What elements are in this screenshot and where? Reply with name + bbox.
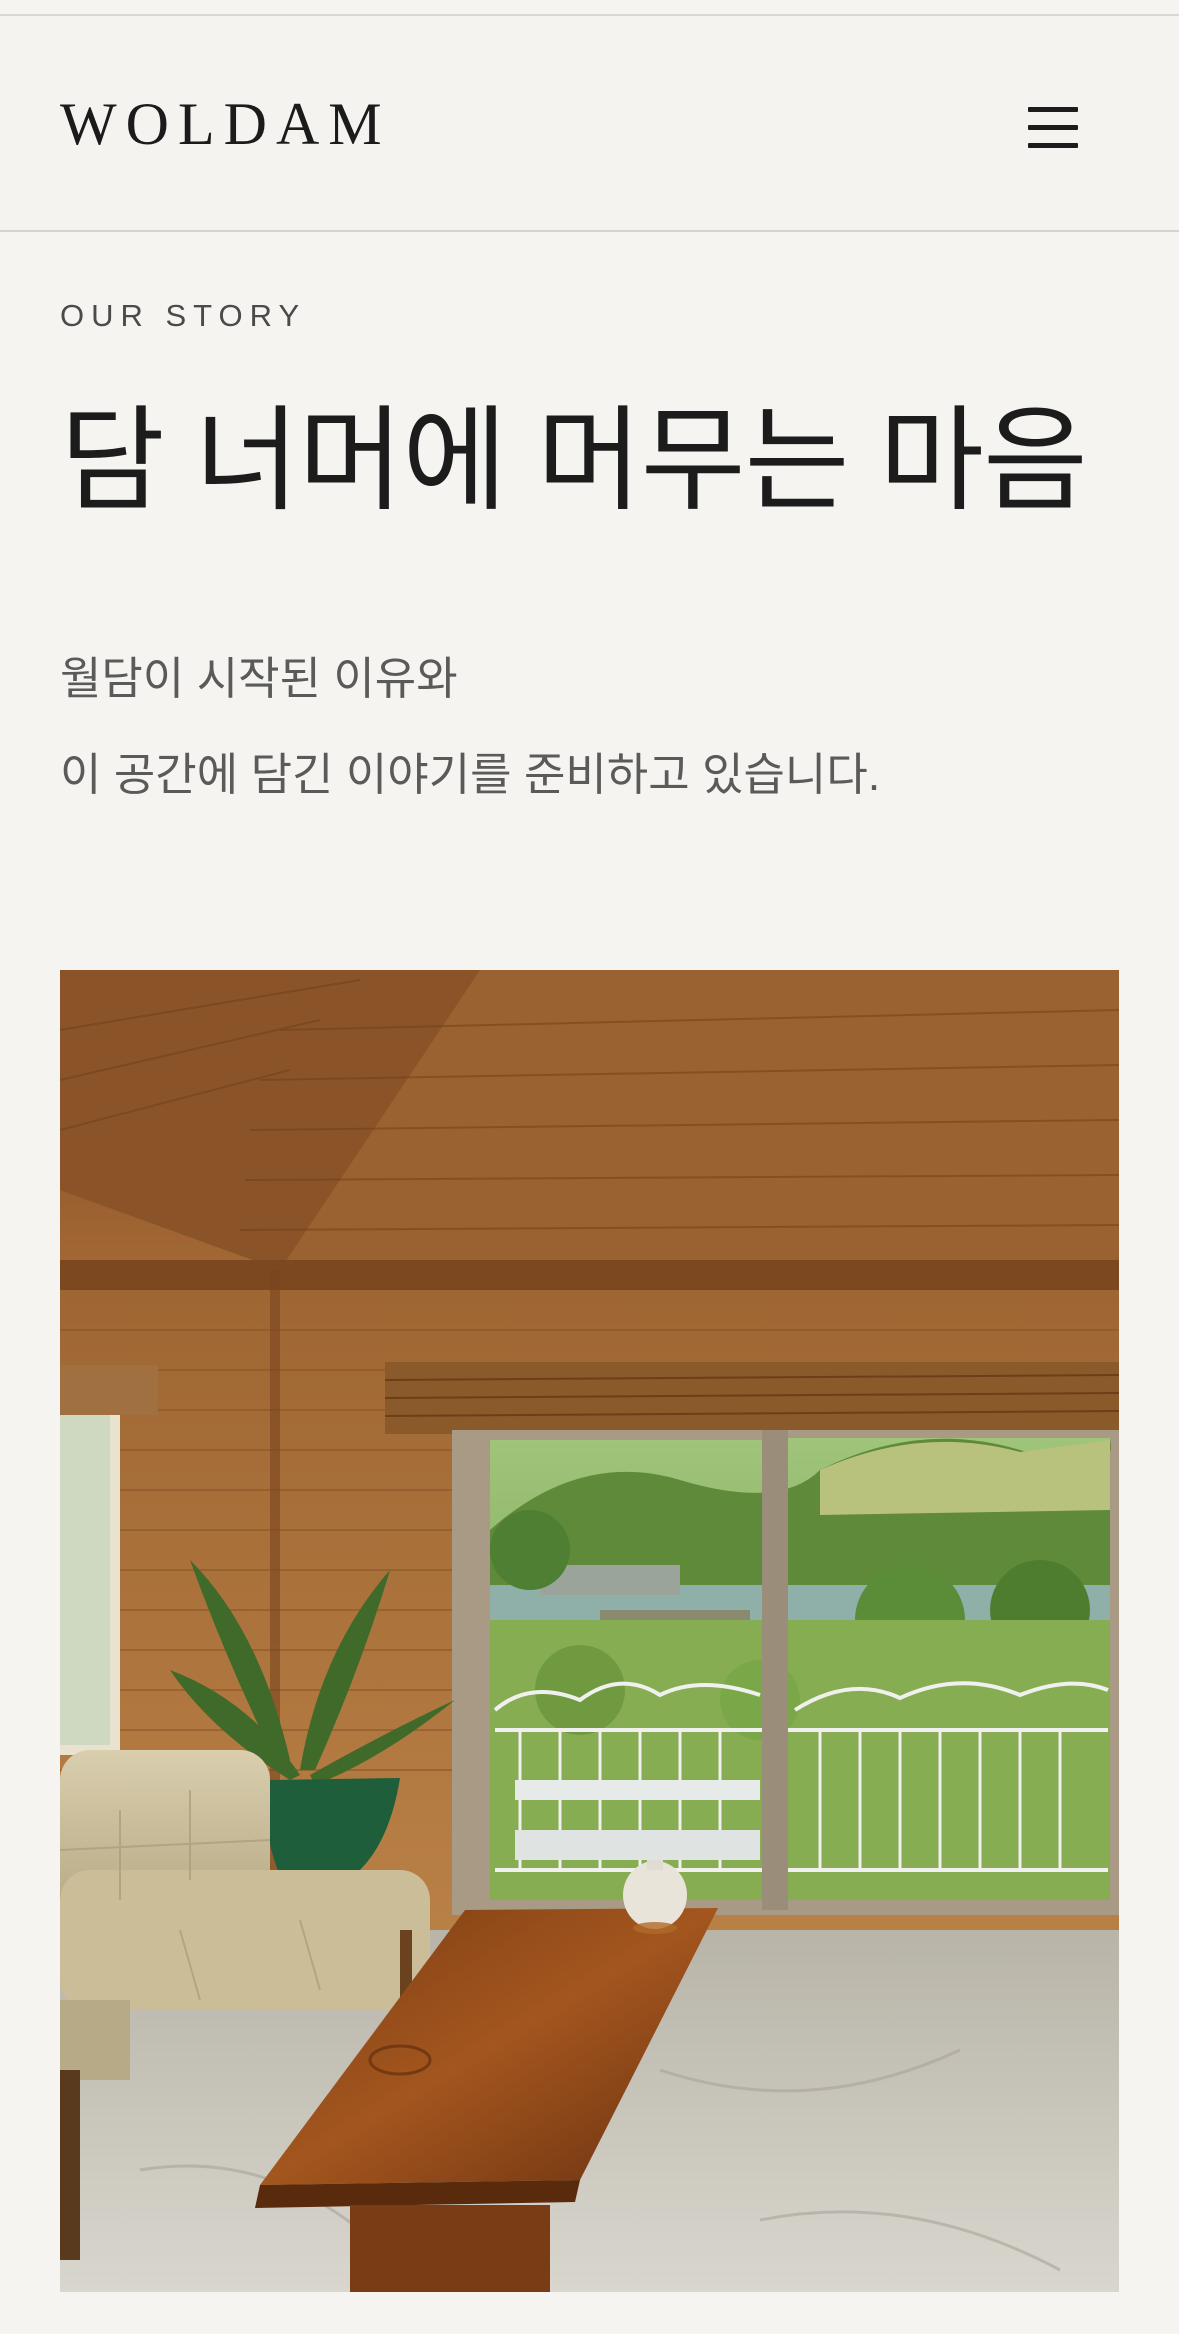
living-room-illustration: [60, 970, 1119, 2292]
top-edge-divider: [0, 0, 1179, 16]
site-logo[interactable]: WOLDAM: [60, 94, 391, 154]
description-line: 월담이 시작된 이유와: [60, 653, 458, 704]
page-title: 담 너머에 머무는 마음: [60, 398, 1088, 525]
interior-photo: [60, 970, 1119, 2292]
section-eyebrow: OUR STORY: [60, 298, 307, 333]
description-line: 이 공간에 담긴 이야기를 준비하고 있습니다.: [60, 749, 881, 800]
menu-button[interactable]: [1020, 98, 1086, 158]
hamburger-menu-icon: [1028, 107, 1078, 148]
site-header: WOLDAM: [0, 16, 1179, 232]
